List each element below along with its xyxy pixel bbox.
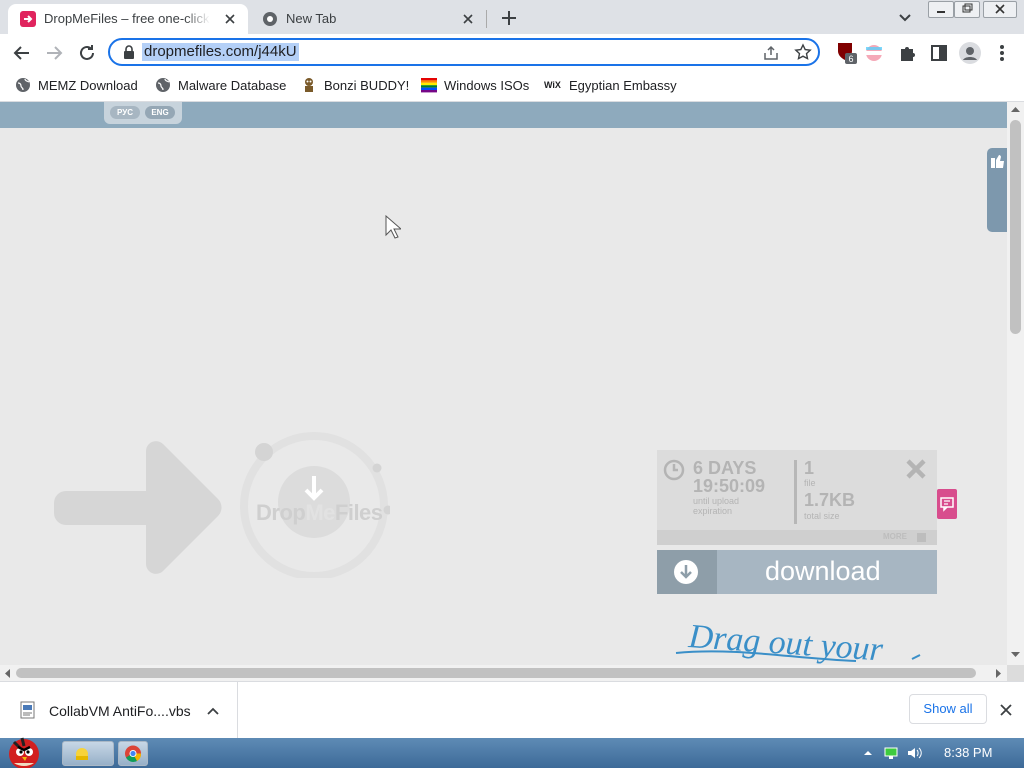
address-bar[interactable]: dropmefiles.com/j44kU xyxy=(108,38,820,66)
bookmark-malware-database[interactable]: Malware Database xyxy=(155,72,286,98)
dropmefiles-logo: DropMeFiles xyxy=(256,500,383,525)
download-item[interactable]: CollabVM AntiFo....vbs xyxy=(0,682,238,738)
share-icon[interactable] xyxy=(762,44,780,62)
expiry-time: 19:50:09 xyxy=(693,476,766,496)
start-button-angry-bird-icon[interactable] xyxy=(0,732,50,768)
volume-icon[interactable] xyxy=(906,746,922,760)
show-all-button[interactable]: Show all xyxy=(909,694,987,724)
dropmefiles-favicon-icon xyxy=(20,11,36,27)
tray-expand-arrow-icon[interactable] xyxy=(862,747,874,759)
profile-avatar-icon[interactable] xyxy=(958,41,982,65)
download-button[interactable]: download xyxy=(657,550,937,594)
expiry-label: until upload expiration xyxy=(693,496,740,516)
bookmarks-bar: MEMZ Download Malware Database Bonzi BUD… xyxy=(0,72,1024,98)
drag-out-handwriting: Drag out your xyxy=(672,607,932,665)
window-minimize-button[interactable] xyxy=(928,1,954,18)
scroll-left-arrow-icon[interactable] xyxy=(4,669,10,678)
svg-text:6: 6 xyxy=(848,54,853,64)
bookmark-label: Egyptian Embassy xyxy=(569,77,677,93)
more-plus-icon xyxy=(917,533,926,542)
bookmark-memz-download[interactable]: MEMZ Download xyxy=(15,72,138,98)
feedback-chat-icon[interactable] xyxy=(937,489,957,519)
tab-dropmefiles[interactable]: DropMeFiles – free one-click f xyxy=(8,4,248,34)
vertical-scrollbar[interactable] xyxy=(1007,102,1024,665)
menu-kebab-icon[interactable] xyxy=(992,42,1012,64)
download-file-name: CollabVM AntiFo....vbs xyxy=(49,703,191,719)
scrollbar-corner xyxy=(1007,665,1024,681)
language-en-button[interactable]: ENG xyxy=(145,106,175,119)
taskbar-chrome-icon[interactable] xyxy=(118,741,148,766)
bookmark-star-icon[interactable] xyxy=(794,43,812,61)
tab-separator xyxy=(486,10,487,28)
tab-close-icon[interactable] xyxy=(460,11,476,27)
web-page: РУС ENG DropMeFiles 6 DAYS 19:50:09 unti… xyxy=(0,102,1007,665)
script-file-icon xyxy=(20,701,36,719)
language-switch: РУС ENG xyxy=(104,102,182,124)
like-thumbs-up-icon[interactable] xyxy=(987,148,1007,232)
scroll-down-arrow-icon[interactable] xyxy=(1011,652,1020,658)
chrome-favicon-icon xyxy=(262,11,278,27)
bookmark-label: MEMZ Download xyxy=(38,77,138,93)
more-bar[interactable]: MORE xyxy=(657,530,937,545)
bookmark-label: Malware Database xyxy=(178,77,287,93)
bookmark-bonzi-buddy[interactable]: Bonzi BUDDY! xyxy=(301,72,409,98)
language-ru-button[interactable]: РУС xyxy=(110,106,140,119)
horizontal-scroll-thumb[interactable] xyxy=(16,668,976,678)
bookmark-egyptian-embassy[interactable]: WiX Egyptian Embassy xyxy=(544,72,677,98)
window-restore-button[interactable] xyxy=(954,1,980,18)
wix-icon: WiX xyxy=(544,80,561,90)
mouse-cursor-icon xyxy=(385,215,401,239)
windows-taskbar: 8:38 PM xyxy=(0,737,1024,768)
download-icon-area xyxy=(657,550,717,594)
extensions-puzzle-icon[interactable] xyxy=(896,42,918,64)
network-icon[interactable] xyxy=(883,746,899,760)
file-info-panel: 6 DAYS 19:50:09 until upload expiration … xyxy=(657,450,937,545)
ublock-extension-icon[interactable]: 6 xyxy=(834,40,860,66)
panel-divider xyxy=(794,460,797,524)
file-count-label: file xyxy=(804,478,816,488)
chevron-up-icon[interactable] xyxy=(206,704,220,718)
bookmark-label: Bonzi BUDDY! xyxy=(324,77,410,93)
scroll-right-arrow-icon[interactable] xyxy=(996,669,1002,678)
bonzi-icon xyxy=(301,77,317,93)
globe-icon xyxy=(15,77,31,93)
window-close-button[interactable] xyxy=(983,1,1017,18)
lock-icon[interactable] xyxy=(122,45,136,59)
tab-title: New Tab xyxy=(286,11,337,26)
reload-icon[interactable] xyxy=(75,41,99,65)
globe-icon xyxy=(155,77,171,93)
back-arrow-icon[interactable] xyxy=(10,41,34,65)
horizontal-scrollbar[interactable] xyxy=(0,665,1007,681)
forward-arrow-icon[interactable] xyxy=(42,41,66,65)
download-arrow-icon xyxy=(673,559,699,585)
drop-arrow-graphic xyxy=(52,437,222,579)
taskbar-explorer-button[interactable] xyxy=(62,741,114,766)
download-shelf: CollabVM AntiFo....vbs Show all xyxy=(0,681,1024,738)
profile-flag-extension-icon[interactable] xyxy=(864,43,884,63)
more-label: MORE xyxy=(883,532,907,541)
bookmark-windows-isos[interactable]: Windows ISOs xyxy=(421,72,529,98)
panel-close-icon[interactable] xyxy=(905,458,927,480)
file-count: 1 xyxy=(804,458,815,478)
download-label: download xyxy=(765,556,881,586)
tab-strip: DropMeFiles – free one-click f New Tab xyxy=(0,0,1024,34)
url-text[interactable]: dropmefiles.com/j44kU xyxy=(142,43,299,61)
clock-icon xyxy=(663,459,685,481)
tab-title: DropMeFiles – free one-click f xyxy=(44,11,210,26)
total-size: 1.7KB xyxy=(804,490,856,510)
tab-search-chevron-icon[interactable] xyxy=(894,9,916,27)
side-panel-icon[interactable] xyxy=(928,42,950,64)
shelf-close-icon[interactable] xyxy=(998,702,1014,718)
taskbar-clock[interactable]: 8:38 PM xyxy=(944,745,992,760)
rainbow-flag-icon xyxy=(421,77,437,93)
total-size-label: total size xyxy=(804,511,840,521)
svg-text:Drag out your: Drag out your xyxy=(686,618,884,665)
new-tab-plus-icon[interactable] xyxy=(498,7,520,29)
bookmark-label: Windows ISOs xyxy=(444,77,530,93)
tab-new-tab[interactable]: New Tab xyxy=(250,4,486,34)
vertical-scroll-thumb[interactable] xyxy=(1010,120,1021,334)
tab-close-icon[interactable] xyxy=(222,11,238,27)
scroll-up-arrow-icon[interactable] xyxy=(1011,106,1020,112)
